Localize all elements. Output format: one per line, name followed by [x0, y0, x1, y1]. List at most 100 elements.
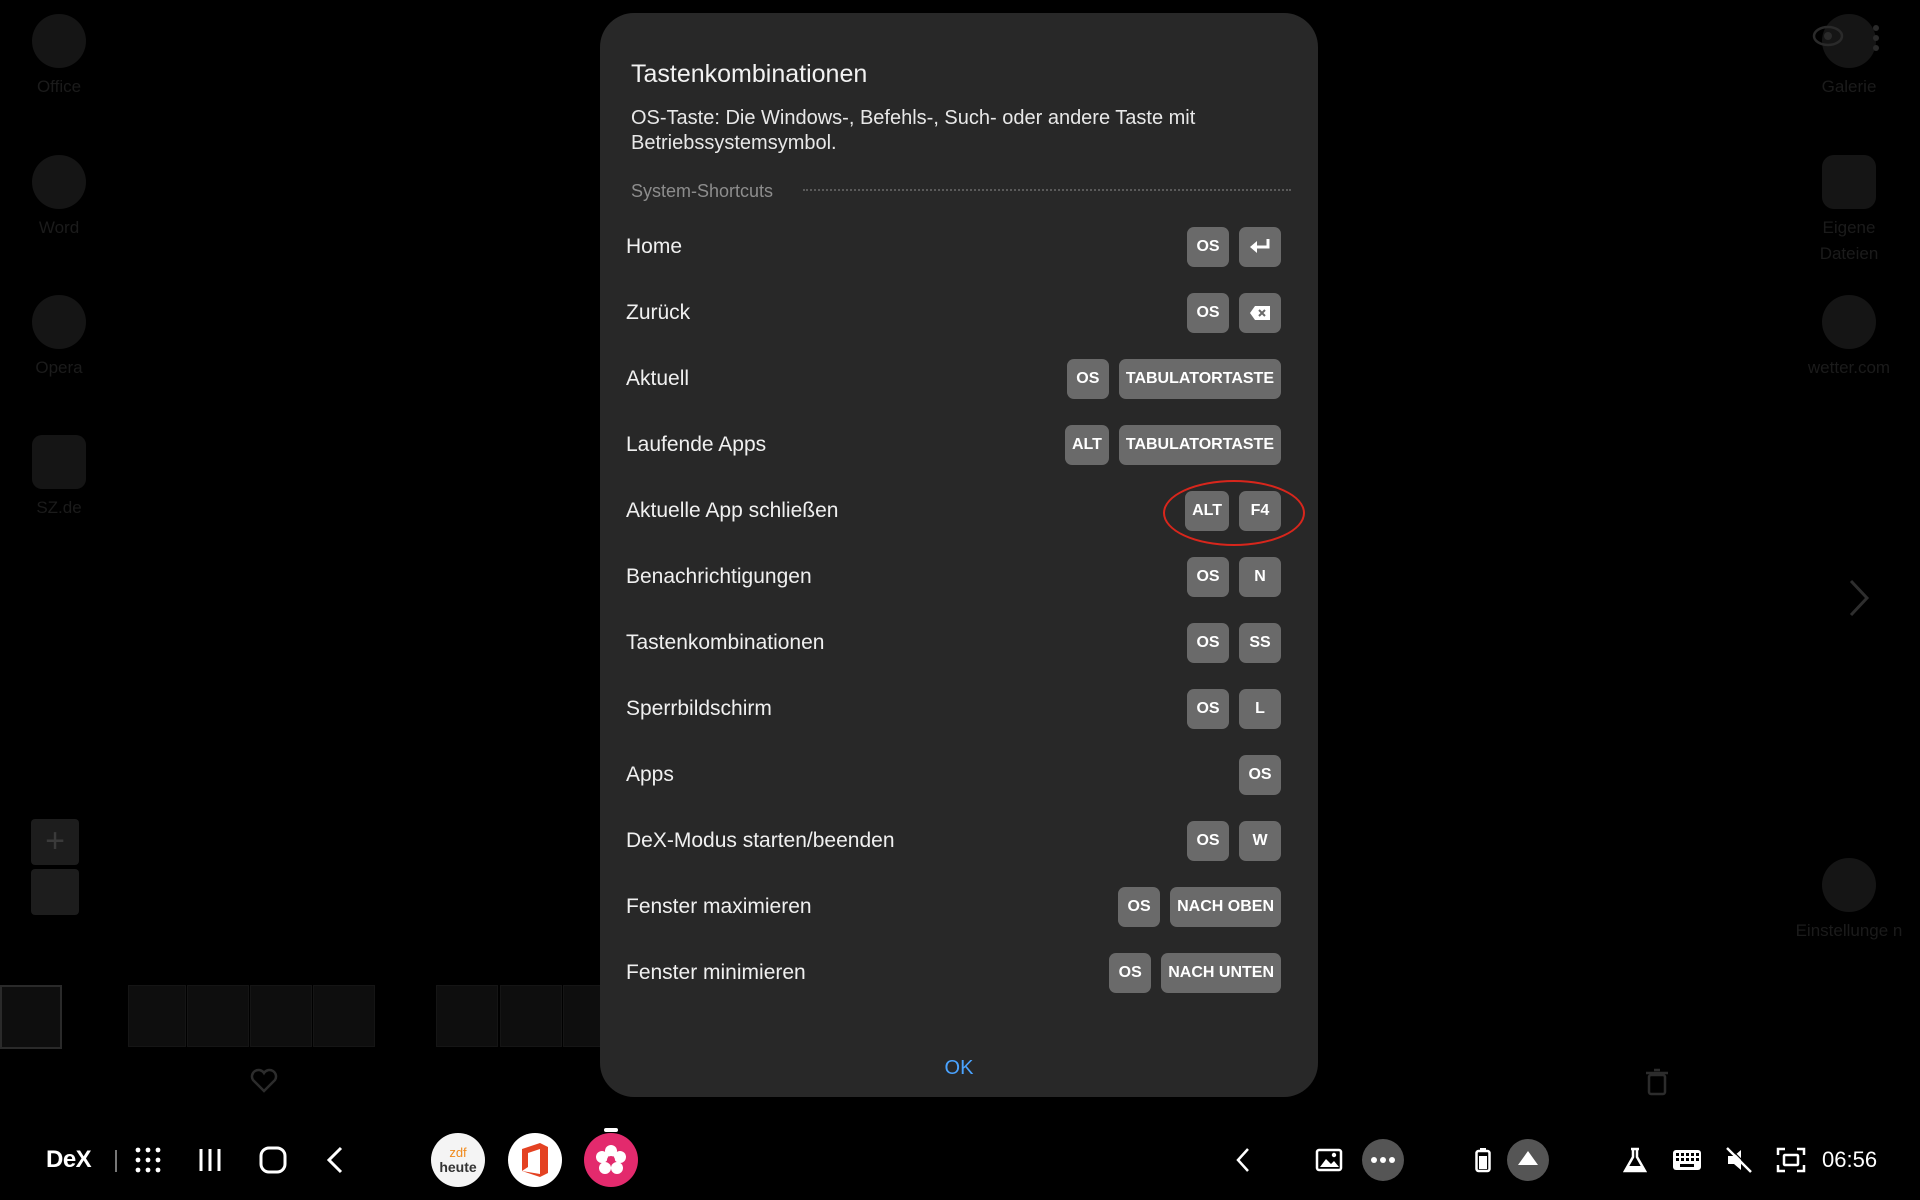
- section-divider: [803, 189, 1291, 191]
- key-cap: W: [1239, 821, 1281, 861]
- screen-capture-icon[interactable]: [1774, 1130, 1808, 1190]
- lab-flask-icon[interactable]: [1620, 1130, 1650, 1190]
- image-icon[interactable]: [1312, 1130, 1346, 1190]
- keyboard-shortcuts-dialog: Tastenkombinationen OS-Taste: Die Window…: [600, 13, 1318, 1097]
- opera-icon: [32, 295, 86, 349]
- recent-apps-icon[interactable]: [192, 1130, 228, 1190]
- dex-desktop: { "desktop": { "left_icons": [ {"label":…: [0, 0, 1920, 1200]
- chevron-right-icon[interactable]: [1848, 578, 1870, 618]
- thumbnail-strip: [0, 985, 602, 1049]
- key-cap: OS: [1187, 821, 1229, 861]
- quick-panel-up-icon[interactable]: [1505, 1130, 1551, 1190]
- red-highlight-ellipse: [1163, 480, 1305, 546]
- key-cap: NACH OBEN: [1170, 887, 1281, 927]
- shortcut-label: Apps: [626, 763, 674, 786]
- thumbnail[interactable]: [250, 985, 312, 1047]
- thumbnail[interactable]: [187, 985, 249, 1047]
- shortcut-row-shortcuts: Tastenkombinationen OS SS: [600, 616, 1318, 670]
- key-cap: N: [1239, 557, 1281, 597]
- desktop-icon-weather[interactable]: wetter.com: [1794, 295, 1904, 381]
- home-icon[interactable]: [255, 1130, 291, 1190]
- key-cap: ALT: [1064, 425, 1109, 465]
- desktop-icon-label: Einstellunge n: [1795, 921, 1903, 940]
- key-cap: OS: [1187, 689, 1229, 729]
- key-group: OS SS: [1187, 623, 1281, 663]
- desktop-icon-label: Opera: [35, 358, 83, 377]
- shortcut-row-lock-screen: Sperrbildschirm OS L: [600, 682, 1318, 736]
- office-icon: [32, 14, 86, 68]
- shortcut-label: Home: [626, 235, 683, 258]
- battery-icon[interactable]: [1470, 1130, 1496, 1190]
- shortcut-label: Aktuell: [626, 367, 690, 390]
- more-horizontal-icon[interactable]: [1360, 1130, 1406, 1190]
- shortcut-label: Tastenkombinationen: [626, 631, 825, 654]
- shortcut-row-minimize: Fenster minimieren OS NACH UNTEN: [600, 946, 1318, 1000]
- shortcut-row-apps: Apps OS: [600, 748, 1318, 802]
- files-icon: [1822, 155, 1876, 209]
- desktop-icon-label: Eigene Dateien: [1819, 218, 1879, 263]
- desktop-icon-gallery[interactable]: Galerie: [1794, 14, 1904, 100]
- thumbnail[interactable]: [563, 985, 602, 1047]
- shortcut-row-running-apps: Laufende Apps ALT TABULATORTASTE: [600, 418, 1318, 472]
- office-app-icon[interactable]: [508, 1133, 562, 1187]
- key-group: ALT TABULATORTASTE: [1064, 425, 1281, 465]
- dex-button[interactable]: DeX: [46, 1130, 92, 1190]
- apps-grid-icon[interactable]: [130, 1130, 166, 1190]
- key-group: OS W: [1187, 821, 1281, 861]
- ok-button[interactable]: OK: [909, 1057, 1009, 1080]
- shortcut-row-dex-mode: DeX-Modus starten/beenden OS W: [600, 814, 1318, 868]
- blossom-app-icon[interactable]: [584, 1133, 638, 1187]
- thumbnail[interactable]: [0, 985, 62, 1049]
- desktop-icon-opera[interactable]: Opera: [4, 295, 114, 381]
- weather-icon: [1822, 295, 1876, 349]
- desktop-icon-office[interactable]: Office: [4, 14, 114, 100]
- key-cap: OS: [1187, 293, 1229, 333]
- shortcut-row-back: Zurück OS: [600, 286, 1318, 340]
- taskbar: DeX zdf heute 06:56: [0, 1128, 1920, 1190]
- tray-collapse-icon[interactable]: [1228, 1130, 1258, 1190]
- eye-icon[interactable]: [1812, 24, 1844, 48]
- heute-label: heute: [439, 1159, 477, 1175]
- more-vertical-icon[interactable]: [1872, 24, 1880, 52]
- shortcut-label: Fenster minimieren: [626, 961, 806, 984]
- desktop-icon-label: Galerie: [1821, 77, 1877, 96]
- desktop-icon-label: wetter.com: [1807, 358, 1891, 377]
- desktop-icon-word[interactable]: Word: [4, 155, 114, 241]
- backspace-key-icon: [1239, 293, 1281, 333]
- key-cap: OS: [1066, 359, 1109, 399]
- thumbnail[interactable]: [128, 985, 186, 1047]
- key-group: OS N: [1187, 557, 1281, 597]
- desktop-icon-sz[interactable]: SZ.de: [4, 435, 114, 521]
- key-cap: L: [1239, 689, 1281, 729]
- clock[interactable]: 06:56: [1822, 1130, 1877, 1190]
- shortcut-label: Benachrichtigungen: [626, 565, 812, 588]
- key-group: OS: [1187, 293, 1281, 333]
- desktop-icon-files[interactable]: Eigene Dateien: [1794, 155, 1904, 267]
- key-group: OS: [1187, 227, 1281, 267]
- key-cap: OS: [1109, 953, 1152, 993]
- thumbnail[interactable]: [313, 985, 375, 1047]
- back-icon[interactable]: [317, 1130, 353, 1190]
- enter-key-icon: [1239, 227, 1281, 267]
- keyboard-icon[interactable]: [1670, 1130, 1704, 1190]
- thumbnail[interactable]: [436, 985, 498, 1047]
- shortcut-row-recent: Aktuell OS TABULATORTASTE: [600, 352, 1318, 406]
- dialog-title: Tastenkombinationen: [631, 60, 868, 88]
- taskbar-divider: [115, 1150, 117, 1172]
- add-button[interactable]: +: [31, 819, 79, 865]
- heart-icon[interactable]: [250, 1068, 278, 1094]
- trash-icon[interactable]: [1645, 1068, 1669, 1096]
- key-group: OS: [1239, 755, 1281, 795]
- key-group: OS L: [1187, 689, 1281, 729]
- key-cap: OS: [1187, 557, 1229, 597]
- volume-muted-icon[interactable]: [1722, 1130, 1756, 1190]
- desktop-icon-label: Word: [38, 218, 80, 237]
- zdf-heute-app[interactable]: zdf heute: [431, 1133, 485, 1187]
- key-cap: TABULATORTASTE: [1118, 359, 1281, 399]
- key-cap: TABULATORTASTE: [1118, 425, 1281, 465]
- key-group: OS NACH UNTEN: [1109, 953, 1281, 993]
- square-button[interactable]: [31, 869, 79, 915]
- desktop-icon-settings[interactable]: Einstellunge n: [1794, 858, 1904, 944]
- thumbnail[interactable]: [500, 985, 562, 1047]
- running-indicator: [604, 1128, 618, 1132]
